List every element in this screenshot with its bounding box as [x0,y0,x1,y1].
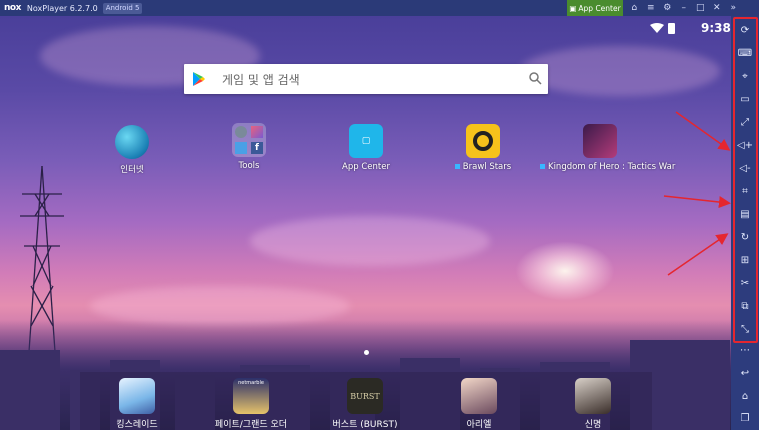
collapse-toolbar-icon[interactable]: » [725,3,742,13]
android-home-screen[interactable]: 9:38 게임 및 앱 검색 인터넷 f Tools ▢ App Center [0,16,731,430]
ariel-icon [461,378,497,414]
app-center-label: App Center [578,3,621,13]
dock-app-label: 아리엘 [466,420,492,430]
recent-apps-icon[interactable]: ❐ [737,410,753,426]
burst-icon: BURST [347,378,383,414]
app-app-center[interactable]: ▢ App Center [306,124,426,172]
dock-app-fate-grand-order[interactable]: netmarble 페이트/그랜드 오더 [196,378,306,430]
wifi-icon [650,23,664,33]
dock-app-label: 페이트/그랜드 오더 [214,420,288,430]
app-kingdom-of-hero[interactable]: Kingdom of Hero : Tactics War [540,124,675,172]
new-badge [540,164,545,169]
annotation-arrows [663,111,731,276]
more-icon[interactable]: ⋯ [737,342,753,358]
android-status-bar: 9:38 [0,16,731,40]
tools-folder-icon: f [232,123,266,157]
app-label: 인터넷 [120,165,144,175]
home-icon[interactable]: ⌂ [737,388,753,404]
window-titlebar: nox NoxPlayer 6.2.7.0 Android 5 ▣ App Ce… [0,0,759,16]
kings-raid-icon [119,378,155,414]
brawl-stars-icon [466,124,500,158]
app-tools[interactable]: f Tools [189,123,309,171]
android-version-badge: Android 5 [102,2,143,14]
back-icon[interactable]: ↩ [737,365,753,381]
close-icon[interactable]: ✕ [709,3,726,13]
app-label: Tools [238,161,260,171]
cloud [250,216,490,266]
dock-app-burst[interactable]: BURST 버스트 (BURST) [310,378,420,430]
burst-text: BURST [350,391,380,401]
page-indicator [364,350,369,355]
nox-app-center-icon: ▢ [349,124,383,158]
app-center-button[interactable]: ▣ App Center [567,0,623,16]
shinmyeong-icon [575,378,611,414]
app-label: Brawl Stars [423,162,543,172]
shop-icon: ▣ [569,3,577,13]
netmarble-text: netmarble [238,380,264,386]
maximize-icon[interactable]: □ [692,3,709,13]
dock-app-label: 신명 [584,420,602,430]
sunset-glow [515,241,615,301]
kingdom-of-hero-icon [583,124,617,158]
fate-grand-order-icon: netmarble [233,378,269,414]
gift-icon[interactable]: ⌂ [626,3,643,13]
play-store-search-bar[interactable]: 게임 및 앱 검색 [184,64,548,94]
dock-app-ariel[interactable]: 아리엘 [424,378,534,430]
status-clock: 9:38 [701,21,731,35]
app-brawl-stars[interactable]: Brawl Stars [423,124,543,172]
toolbar-highlight-box [733,17,758,343]
nox-logo: nox [4,3,21,13]
dock-app-kings-raid[interactable]: 킹스레이드 [82,378,192,430]
globe-icon [115,125,149,159]
cloud [520,46,720,96]
app-label: App Center [342,162,390,172]
app-label: Kingdom of Hero : Tactics War [540,162,675,172]
app-internet[interactable]: 인터넷 [72,125,192,175]
settings-icon[interactable]: ⚙ [659,3,676,13]
dock-app-label: 버스트 (BURST) [332,420,398,430]
menu-icon[interactable]: ≡ [643,3,660,13]
search-placeholder: 게임 및 앱 검색 [222,72,300,87]
new-badge [454,164,460,169]
minimize-icon[interactable]: – [676,3,693,13]
dock: 킹스레이드 netmarble 페이트/그랜드 오더 BURST 버스트 (BU… [80,372,652,430]
window-controls: ⌂ ≡ ⚙ – □ ✕ » [626,0,742,16]
dock-app-label: 킹스레이드 [116,420,158,430]
play-store-icon [193,72,205,86]
dock-app-shinmyeong[interactable]: 신명 [538,378,648,430]
search-icon[interactable] [529,72,542,85]
battery-icon [668,23,675,34]
window-title: NoxPlayer 6.2.7.0 [26,3,98,13]
